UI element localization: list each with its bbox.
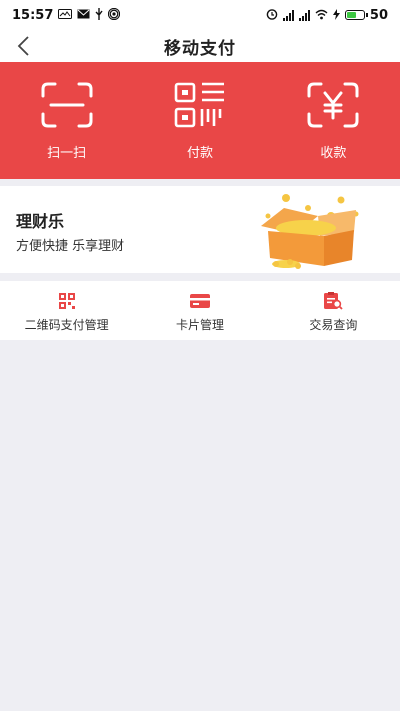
battery-icon [344, 10, 368, 20]
alarm-icon [266, 8, 278, 22]
back-button[interactable] [10, 32, 36, 60]
scan-button[interactable]: 扫一扫 [0, 62, 133, 179]
card-icon [189, 294, 210, 308]
charging-icon [332, 8, 340, 22]
card-management-button[interactable]: 卡片管理 [133, 281, 266, 340]
qr-pay-icon [174, 82, 224, 128]
pay-button[interactable]: 付款 [133, 62, 266, 179]
action-bar: 扫一扫 付款 收款 [0, 62, 400, 179]
transaction-query-label: 交易查询 [309, 318, 358, 332]
page-title: 移动支付 [164, 38, 236, 59]
receive-button[interactable]: 收款 [267, 62, 400, 179]
pay-label: 付款 [186, 146, 213, 161]
navigation-bar: 移动支付 [0, 30, 400, 62]
qr-manage-icon [58, 293, 75, 309]
wifi-icon [315, 9, 328, 22]
banner-subtitle: 方便快捷 乐享理财 [16, 239, 125, 254]
card-management-label: 卡片管理 [175, 318, 224, 332]
usb-icon [95, 8, 103, 22]
receive-label: 收款 [320, 146, 347, 161]
signal-2-icon [298, 9, 310, 21]
treasure-box-illustration [261, 194, 359, 269]
signal-1-icon [282, 9, 294, 21]
banner-title: 理财乐 [16, 212, 65, 231]
notification-icon [58, 9, 73, 21]
scan-icon [41, 82, 93, 128]
wealth-banner[interactable]: 理财乐 方便快捷 乐享理财 [0, 186, 400, 273]
receive-yuan-icon [307, 82, 359, 128]
status-bar: 15:57 50 [0, 0, 400, 30]
qr-payment-management-label: 二维码支付管理 [24, 318, 109, 332]
quick-menu: 二维码支付管理 卡片管理 交易查询 [0, 281, 400, 340]
status-time: 15:57 [12, 7, 54, 23]
scan-label: 扫一扫 [47, 146, 87, 161]
qr-payment-management-button[interactable]: 二维码支付管理 [0, 281, 133, 340]
mail-icon [77, 9, 90, 21]
back-arrow-icon [17, 36, 29, 56]
transaction-query-button[interactable]: 交易查询 [267, 281, 400, 340]
hotspot-icon [108, 7, 121, 22]
transaction-search-icon [324, 292, 343, 310]
battery-level: 50 [369, 7, 388, 23]
